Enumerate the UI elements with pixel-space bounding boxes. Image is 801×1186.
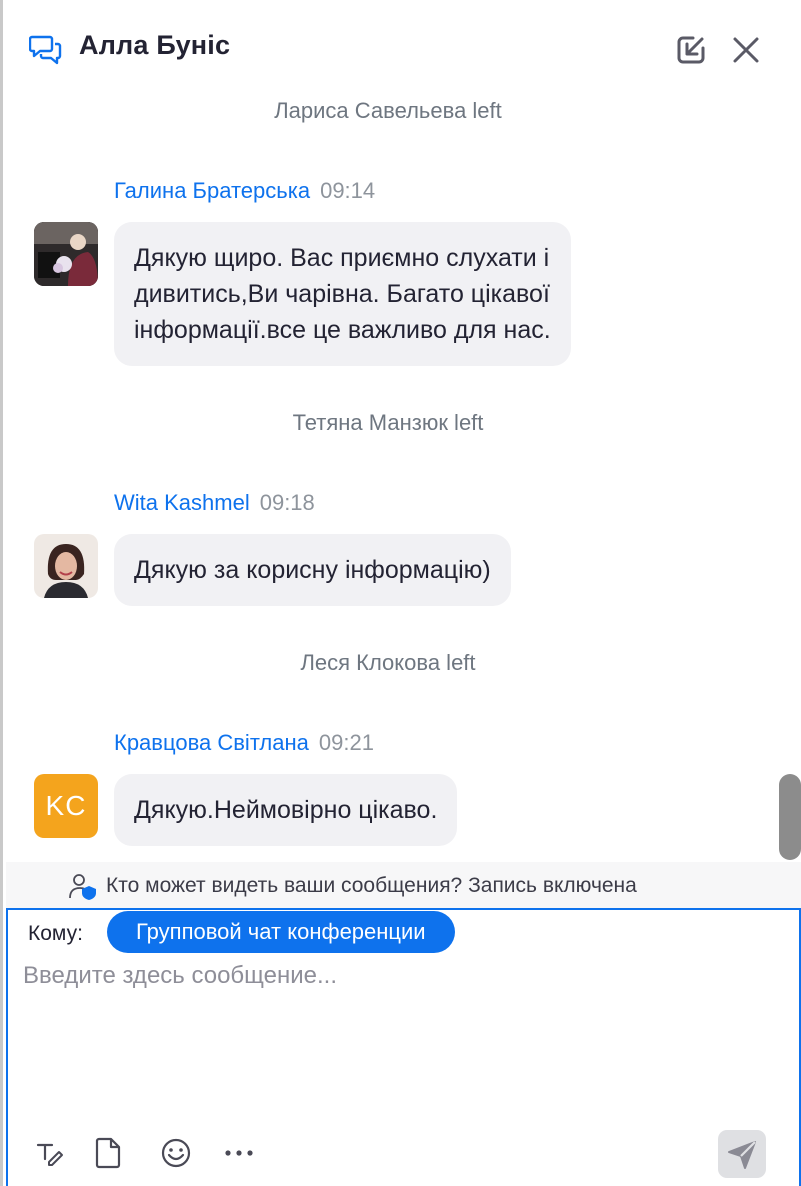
avatar-initials[interactable]: KC [34,774,98,838]
chat-header: Алла Буніс [3,0,801,92]
sender-name[interactable]: Галина Братерська [114,178,310,203]
message-meta: Кравцова Світлана 09:21 [114,730,374,756]
emoji-button[interactable] [159,1136,193,1170]
user-shield-icon [69,874,96,900]
avatar[interactable] [34,222,98,286]
close-button[interactable] [730,34,762,66]
more-icon [225,1150,253,1156]
message-line: Дякую.Неймовірно цікаво. [134,796,438,824]
pop-in-button[interactable] [673,32,709,68]
scrollbar-thumb[interactable] [779,774,801,860]
message-composer: Кому: Групповой чат конференции [6,908,801,1186]
message-line: дивитись,Ви чарівна. Багато цікавої [134,280,550,308]
message-list[interactable]: Лариса Савельева left Галина Братерська 0… [3,92,801,862]
message-input[interactable] [23,962,783,1112]
privacy-text: Кто может видеть ваши сообщения? Запись … [106,874,637,897]
message-meta: Галина Братерська 09:14 [114,178,375,204]
chat-bubbles-icon [29,35,62,65]
avatar[interactable] [34,534,98,598]
message-line: Дякую за корисну інформацію) [134,556,491,584]
message-line: інформації.все це важливо для нас. [134,316,551,344]
recipient-selector[interactable]: Групповой чат конференции [107,911,455,953]
message-time: 09:21 [318,730,374,755]
avatar-photo [34,222,98,286]
system-message: Леся Клокова left [300,650,476,675]
send-button[interactable] [718,1130,766,1178]
sender-name[interactable]: Кравцова Світлана [114,730,309,755]
chat-title: Алла Буніс [79,30,231,60]
privacy-notice[interactable]: Кто может видеть ваши сообщения? Запись … [6,862,801,908]
file-icon [95,1137,121,1169]
more-button[interactable] [222,1136,256,1170]
format-text-icon [36,1143,63,1166]
system-message: Лариса Савельева left [274,98,502,123]
message-time: 09:14 [320,178,376,203]
sender-name[interactable]: Wita Kashmel [114,490,250,515]
pop-in-icon [677,36,705,64]
close-icon [733,37,759,63]
message-meta: Wita Kashmel 09:18 [114,490,315,516]
file-button[interactable] [91,1136,125,1170]
chat-window: Алла Буніс Лариса Савельева left Галина … [0,0,801,1186]
message-bubble: Дякую.Неймовірно цікаво. [114,774,458,846]
message-bubble: Дякую щиро. Вас приємно слухати і дивити… [114,222,571,366]
avatar-photo [34,534,98,598]
format-text-button[interactable] [32,1136,66,1170]
send-icon [728,1141,756,1169]
message-time: 09:18 [259,490,315,515]
message-bubble: Дякую за корисну інформацію) [114,534,511,606]
recipient-label: Кому: [28,922,83,945]
emoji-icon [161,1138,191,1168]
message-line: Дякую щиро. Вас приємно слухати і [134,244,550,272]
system-message: Тетяна Манзюк left [292,410,484,435]
